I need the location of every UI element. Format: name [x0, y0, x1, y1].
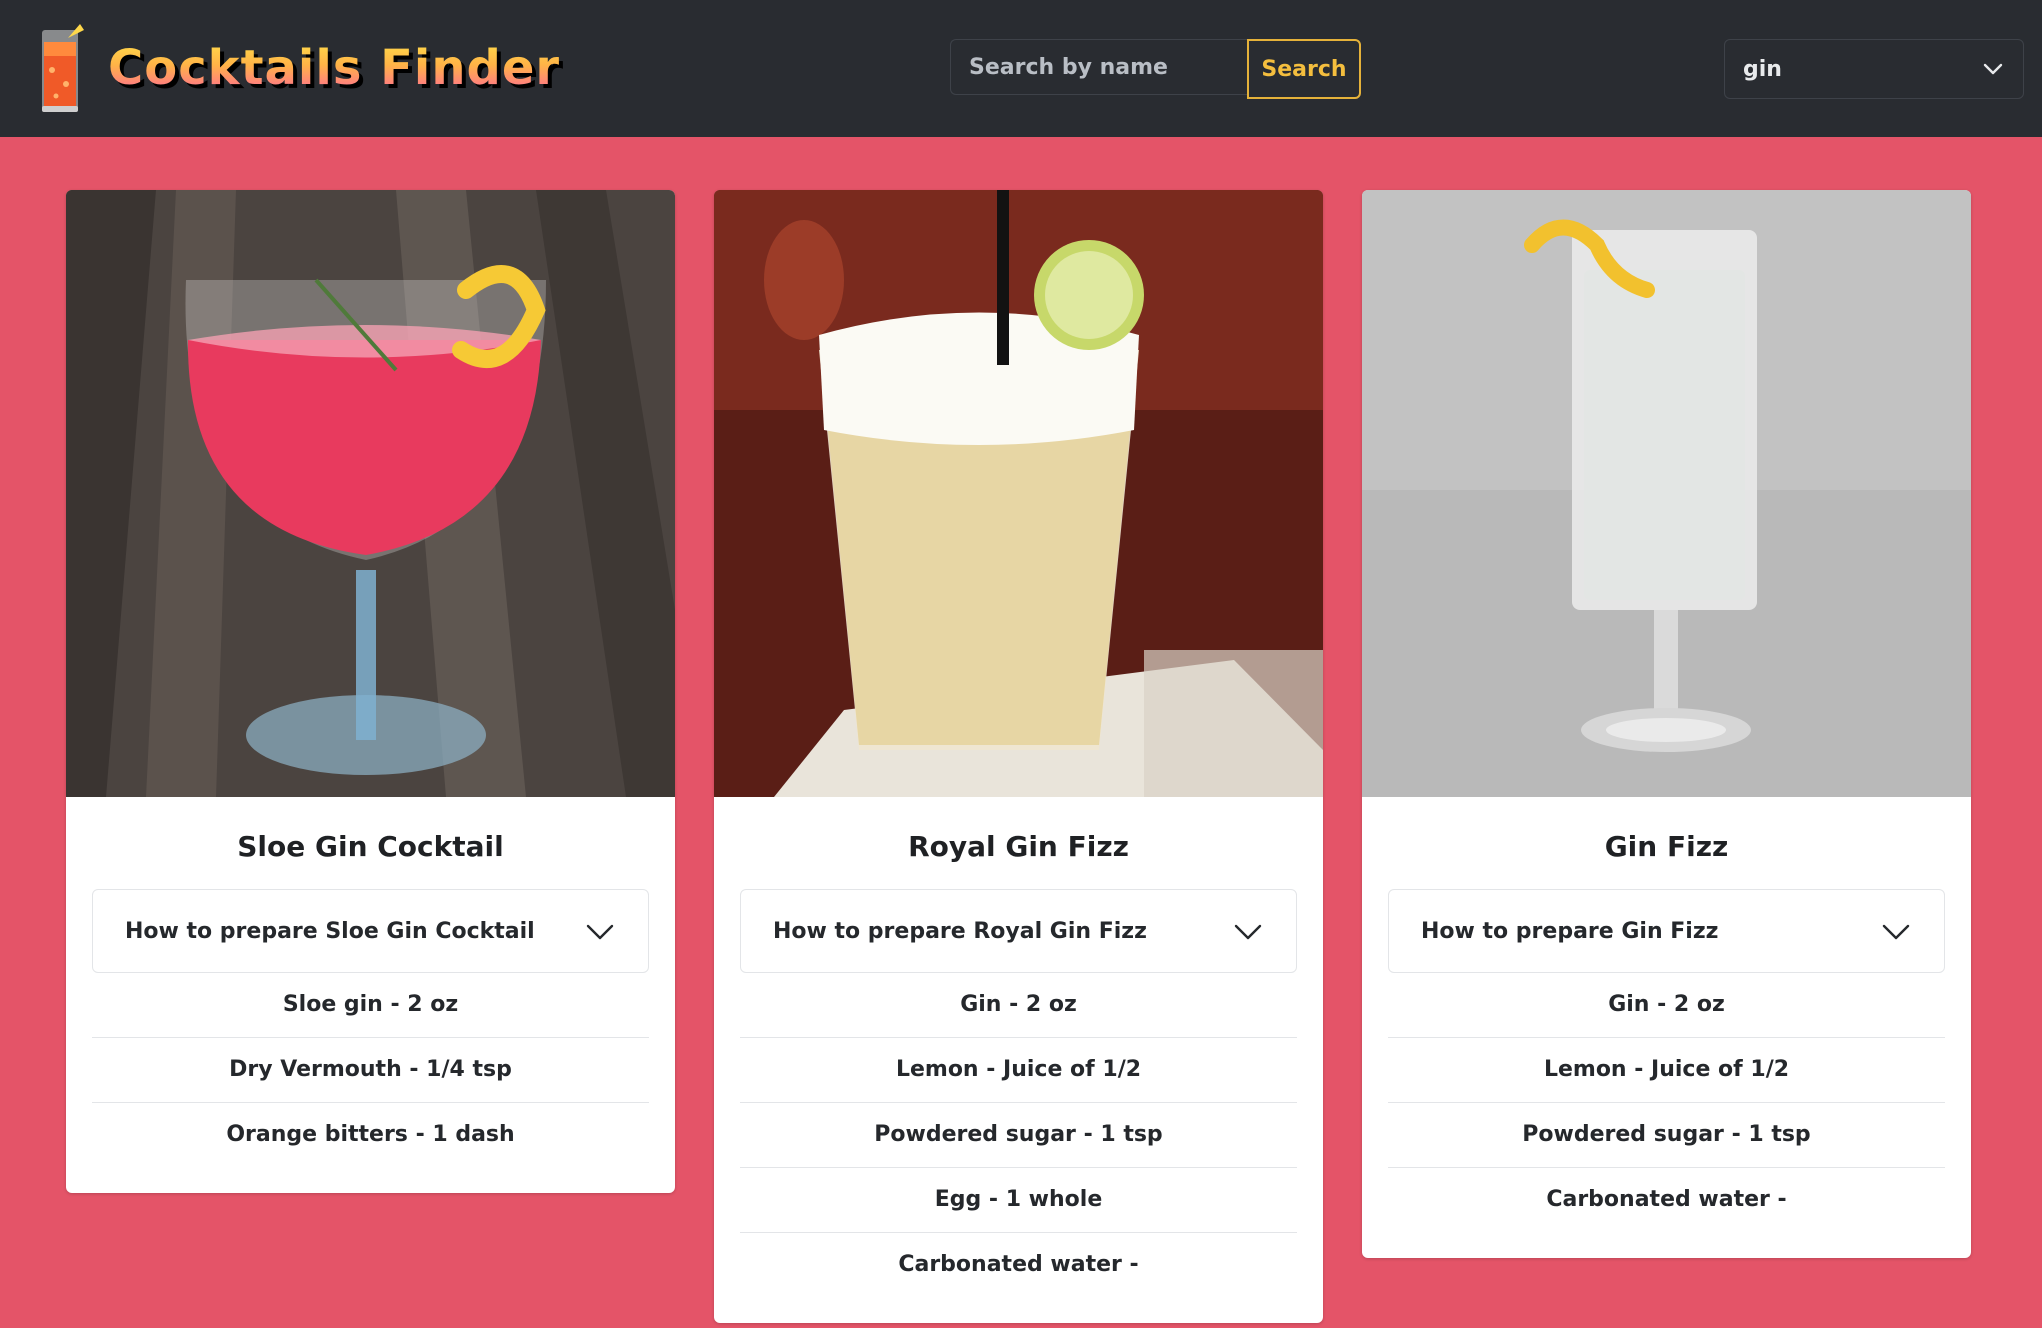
- ingredient-item: Gin - 2 oz: [1388, 973, 1945, 1038]
- card-padding: [714, 1297, 1323, 1323]
- ingredient-item: Sloe gin - 2 oz: [92, 973, 649, 1038]
- ingredient-filter-value: gin: [1743, 56, 1782, 82]
- app-logo-title[interactable]: Cocktails Finder: [108, 38, 560, 98]
- cocktail-name: Sloe Gin Cocktail: [237, 830, 504, 863]
- cocktail-card: Gin Fizz How to prepare Gin Fizz Gin - 2…: [1362, 190, 1971, 1258]
- ingredient-item: Egg - 1 whole: [740, 1168, 1297, 1233]
- prepare-accordion-label: How to prepare Royal Gin Fizz: [773, 918, 1147, 944]
- ingredient-item: Dry Vermouth - 1/4 tsp: [92, 1038, 649, 1103]
- card-padding: [66, 1167, 675, 1193]
- cocktail-glass-logo-icon: [42, 24, 84, 112]
- ingredients-list: Gin - 2 oz Lemon - Juice of 1/2 Powdered…: [1388, 973, 1945, 1232]
- cocktail-photo: [714, 190, 1323, 797]
- chevron-down-icon: [1234, 924, 1262, 940]
- ingredient-item: Lemon - Juice of 1/2: [1388, 1038, 1945, 1103]
- cocktail-photo: [1362, 190, 1971, 797]
- ingredient-item: Carbonated water -: [1546, 1187, 1787, 1212]
- prepare-accordion-label: How to prepare Sloe Gin Cocktail: [125, 918, 535, 944]
- prepare-accordion[interactable]: How to prepare Sloe Gin Cocktail: [92, 889, 649, 973]
- ingredient-item: Lemon - Juice of 1/2: [740, 1038, 1297, 1103]
- chevron-down-icon: [1983, 63, 2003, 75]
- cocktail-card: Sloe Gin Cocktail How to prepare Sloe Gi…: [66, 190, 675, 1193]
- prepare-accordion[interactable]: How to prepare Royal Gin Fizz: [740, 889, 1297, 973]
- search-button[interactable]: Search: [1247, 39, 1361, 99]
- prepare-accordion[interactable]: How to prepare Gin Fizz: [1388, 889, 1945, 973]
- cocktail-card: Royal Gin Fizz How to prepare Royal Gin …: [714, 190, 1323, 1323]
- ingredients-list: Gin - 2 oz Lemon - Juice of 1/2 Powdered…: [740, 973, 1297, 1297]
- prepare-accordion-label: How to prepare Gin Fizz: [1421, 918, 1719, 944]
- ingredient-filter-select[interactable]: gin: [1724, 39, 2024, 99]
- search-input[interactable]: [950, 39, 1247, 95]
- cocktail-name: Gin Fizz: [1604, 830, 1729, 863]
- card-padding: [1362, 1232, 1971, 1258]
- chevron-down-icon: [586, 924, 614, 940]
- ingredient-item: Powdered sugar - 1 tsp: [740, 1103, 1297, 1168]
- top-navigation-bar: Cocktails Finder Search gin: [0, 0, 2042, 137]
- cocktail-photo: [66, 190, 675, 797]
- cocktail-name: Royal Gin Fizz: [908, 830, 1129, 863]
- ingredient-item: Gin - 2 oz: [740, 973, 1297, 1038]
- chevron-down-icon: [1882, 924, 1910, 940]
- ingredients-list: Sloe gin - 2 oz Dry Vermouth - 1/4 tsp O…: [92, 973, 649, 1167]
- ingredient-item: Orange bitters - 1 dash: [226, 1122, 515, 1147]
- ingredient-item: Powdered sugar - 1 tsp: [1388, 1103, 1945, 1168]
- ingredient-item: Carbonated water -: [898, 1252, 1139, 1277]
